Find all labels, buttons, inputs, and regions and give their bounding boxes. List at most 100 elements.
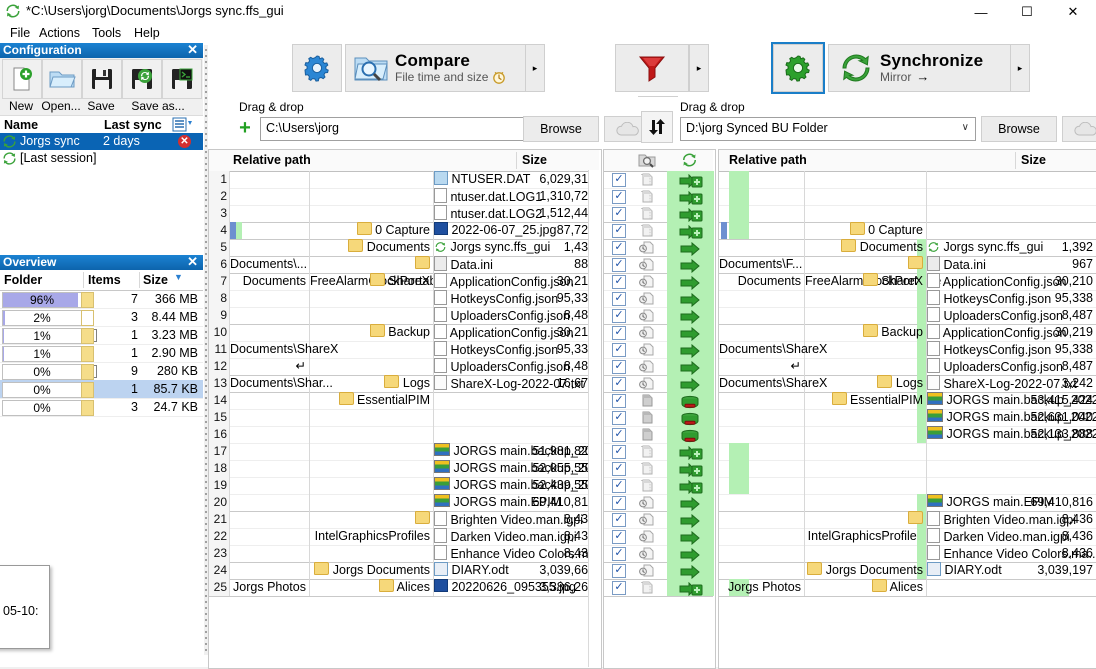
table-row[interactable]: 25 Jorgs Photos Alices 20220626_095355.jp… bbox=[209, 579, 599, 597]
include-checkbox[interactable]: ✓ bbox=[612, 343, 626, 357]
overview-row[interactable]: 0% 3 24.7 KB bbox=[0, 398, 203, 417]
table-row[interactable]: 13 Documents\Shar... Logs ShareX-Log-2022… bbox=[209, 375, 599, 393]
left-column-size[interactable]: Size bbox=[522, 153, 547, 167]
direction-cell[interactable] bbox=[667, 528, 714, 546]
sync-row[interactable]: ✓ bbox=[604, 239, 714, 257]
table-row[interactable]: 17 JORGS main.backup_20220701_1...51,981… bbox=[209, 443, 601, 461]
sync-row[interactable]: ✓ bbox=[604, 528, 714, 546]
sync-row[interactable]: ✓ bbox=[604, 494, 714, 512]
include-checkbox[interactable]: ✓ bbox=[612, 513, 626, 527]
table-row[interactable]: JORGS main.backup_20220630_14...52,133,8… bbox=[719, 426, 1096, 444]
chevron-down-icon[interactable]: ∨ bbox=[962, 122, 969, 133]
direction-cell[interactable] bbox=[667, 273, 714, 291]
table-row[interactable] bbox=[719, 460, 1096, 478]
table-row[interactable]: 4 0 Capture 2022-06-07_25.jpg 87,729 bbox=[209, 222, 599, 240]
overview-row[interactable]: 96% 7 366 MB bbox=[0, 290, 203, 309]
table-row[interactable]: 1 NTUSER.DAT 6,029,312 bbox=[209, 171, 599, 189]
sync-row[interactable]: ✓ bbox=[604, 426, 714, 444]
sync-row[interactable]: ✓ bbox=[604, 256, 714, 274]
table-row[interactable]: 11 Documents\ShareX ↵ HotkeysConfig.json 9… bbox=[209, 341, 599, 373]
table-row[interactable]: 12 UploadersConfig.json 8,487 bbox=[209, 358, 599, 376]
table-row[interactable]: UploadersConfig.json 8,487 bbox=[719, 307, 1096, 325]
table-row[interactable]: Documents\ShareX ↵ HotkeysConfig.json 95,… bbox=[719, 341, 1096, 373]
sync-direction-icon[interactable] bbox=[681, 152, 698, 171]
table-row[interactable]: IntelGraphicsProfiles Brighten Video.man… bbox=[719, 511, 1096, 543]
filter-button[interactable] bbox=[615, 44, 689, 92]
overview-row[interactable]: 2% 3 8.44 MB bbox=[0, 308, 203, 327]
table-row[interactable]: 19 JORGS main.backup_20220703_1...52,439… bbox=[209, 477, 601, 495]
table-row[interactable]: EssentialPIM JORGS main.backup_20220628_… bbox=[719, 392, 1096, 410]
include-checkbox[interactable]: ✓ bbox=[612, 258, 626, 272]
direction-cell[interactable] bbox=[667, 358, 714, 376]
open-config-button[interactable] bbox=[42, 59, 82, 99]
table-row[interactable]: 2 ntuser.dat.LOG1 1,310,720 bbox=[209, 188, 599, 206]
table-row[interactable]: 14 EssentialPIM bbox=[209, 392, 599, 410]
table-row[interactable] bbox=[719, 205, 1096, 223]
table-row[interactable]: Documents Jorgs sync.ffs_gui 1,392 bbox=[719, 239, 1096, 257]
sync-row[interactable]: ✓ bbox=[604, 290, 714, 308]
include-checkbox[interactable]: ✓ bbox=[612, 326, 626, 340]
menu-actions[interactable]: Actions bbox=[32, 25, 87, 42]
swap-sides-button[interactable] bbox=[641, 111, 673, 143]
direction-cell[interactable] bbox=[667, 324, 714, 342]
direction-cell[interactable] bbox=[667, 375, 714, 393]
direction-cell[interactable] bbox=[667, 426, 714, 443]
table-row[interactable]: 20 JORGS main.EPIM 69,410,816 bbox=[209, 494, 599, 512]
sync-row[interactable]: ✓ bbox=[604, 460, 714, 478]
include-checkbox[interactable]: ✓ bbox=[612, 411, 626, 425]
direction-cell[interactable] bbox=[667, 290, 714, 308]
table-row[interactable]: 22 Darken Video.man.igpi 8,436 bbox=[209, 528, 599, 546]
sync-settings-button[interactable] bbox=[771, 42, 825, 94]
direction-cell[interactable] bbox=[667, 256, 714, 274]
table-row[interactable]: 0 Capture bbox=[719, 222, 1096, 240]
table-row[interactable]: 8 HotkeysConfig.json 95,338 bbox=[209, 290, 599, 308]
direction-cell[interactable] bbox=[667, 307, 714, 325]
left-path-combobox[interactable]: C:\Users\jorg ∨ bbox=[260, 117, 539, 141]
include-checkbox[interactable]: ✓ bbox=[612, 445, 626, 459]
direction-cell[interactable] bbox=[667, 205, 714, 223]
sync-row[interactable]: ✓ bbox=[604, 188, 714, 206]
direction-cell[interactable] bbox=[667, 545, 714, 563]
overview-row[interactable]: 1% 1 2.90 MB bbox=[0, 344, 203, 363]
menu-tools[interactable]: Tools bbox=[85, 25, 128, 42]
table-row[interactable]: 15 bbox=[209, 409, 599, 427]
table-row[interactable]: 24 Jorgs Documents DIARY.odt 3,039,665 bbox=[209, 562, 599, 580]
sync-row[interactable]: ✓ bbox=[604, 545, 714, 563]
sync-row[interactable]: ✓ bbox=[604, 307, 714, 325]
config-list-item-last-session[interactable]: [Last session] bbox=[0, 150, 203, 167]
close-icon[interactable]: ✕ bbox=[187, 254, 198, 270]
include-checkbox[interactable]: ✓ bbox=[612, 530, 626, 544]
table-row[interactable]: Backup ApplicationConfig.json 30,219 bbox=[719, 324, 1096, 342]
close-button[interactable]: ✕ bbox=[1050, 0, 1096, 24]
add-folder-pair-icon[interactable]: + bbox=[235, 118, 255, 138]
sync-row[interactable]: ✓ bbox=[604, 171, 714, 189]
include-checkbox[interactable]: ✓ bbox=[612, 190, 626, 204]
save-as-config-button[interactable] bbox=[122, 59, 162, 99]
right-browse-button[interactable]: Browse bbox=[981, 116, 1057, 142]
category-icon[interactable] bbox=[638, 152, 656, 171]
sync-row[interactable]: ✓ bbox=[604, 392, 714, 410]
maximize-button[interactable]: ☐ bbox=[1004, 0, 1050, 24]
table-row[interactable]: 3 ntuser.dat.LOG2 1,512,448 bbox=[209, 205, 599, 223]
direction-cell[interactable] bbox=[667, 341, 714, 359]
table-row[interactable] bbox=[719, 171, 1096, 189]
overview-column-items[interactable]: Items bbox=[88, 273, 121, 287]
include-checkbox[interactable]: ✓ bbox=[612, 394, 626, 408]
close-icon[interactable]: ✕ bbox=[187, 42, 198, 58]
include-checkbox[interactable]: ✓ bbox=[612, 173, 626, 187]
sync-row[interactable]: ✓ bbox=[604, 511, 714, 529]
left-grid-scrollbar[interactable] bbox=[588, 170, 601, 667]
direction-cell[interactable] bbox=[667, 511, 714, 529]
table-row[interactable]: 6Documents\... FreeAlarmClockPortable Da… bbox=[209, 256, 599, 288]
include-checkbox[interactable]: ✓ bbox=[612, 275, 626, 289]
direction-cell[interactable] bbox=[667, 579, 714, 597]
right-file-grid[interactable]: Relative path Size 0 Capture Documents J… bbox=[718, 149, 1096, 669]
synchronize-button[interactable]: Synchronize Mirror → bbox=[828, 44, 1020, 92]
sync-row[interactable]: ✓ bbox=[604, 477, 714, 495]
save-batch-button[interactable] bbox=[162, 59, 202, 99]
left-browse-button[interactable]: Browse bbox=[523, 116, 599, 142]
left-file-grid[interactable]: Relative path Size 1 NTUSER.DAT 6,029,312… bbox=[208, 149, 602, 669]
table-row[interactable] bbox=[719, 188, 1096, 206]
direction-cell[interactable] bbox=[667, 171, 714, 189]
table-row[interactable]: Documents\F... FreeAlarmClockPortable Da… bbox=[719, 256, 1096, 288]
